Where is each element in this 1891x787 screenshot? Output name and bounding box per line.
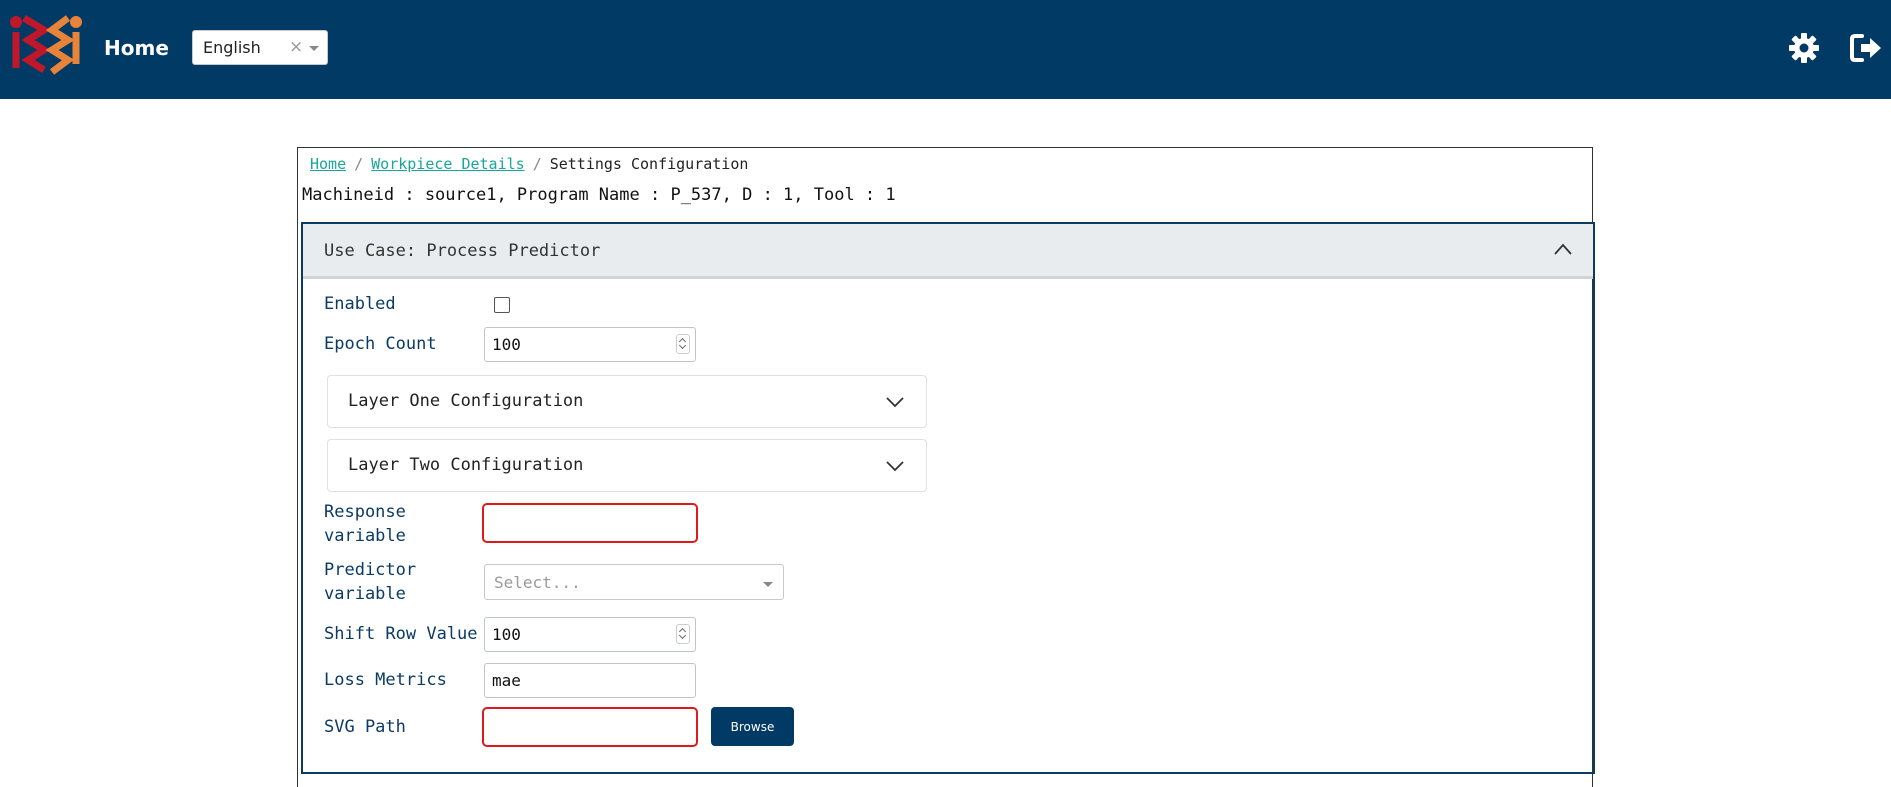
dropdown-caret-icon[interactable] bbox=[309, 46, 319, 51]
loss-metrics-input[interactable]: mae bbox=[484, 663, 696, 698]
navbar-home-title[interactable]: Home bbox=[104, 36, 169, 60]
breadcrumb-home-link[interactable]: Home bbox=[310, 155, 346, 173]
loss-metrics-label: Loss Metrics bbox=[324, 670, 447, 690]
shift-row-value-stepper[interactable] bbox=[676, 624, 690, 644]
shift-row-value-value: 100 bbox=[492, 625, 521, 644]
top-navbar: Home English × bbox=[0, 0, 1891, 99]
enabled-checkbox[interactable] bbox=[494, 297, 510, 313]
browse-button[interactable]: Browse bbox=[711, 707, 794, 746]
breadcrumb-current: Settings Configuration bbox=[549, 155, 749, 173]
predictor-variable-placeholder: Select... bbox=[494, 573, 581, 592]
breadcrumb: Home / Workpiece Details / Settings Configur… bbox=[310, 155, 748, 173]
shift-row-value-label: Shift Row Value bbox=[324, 624, 478, 644]
layer-two-accordion[interactable]: Layer Two Configuration bbox=[327, 439, 927, 492]
response-variable-input[interactable] bbox=[482, 503, 698, 543]
epoch-count-label: Epoch Count bbox=[324, 334, 437, 354]
predictor-variable-label-line1: Predictor bbox=[324, 560, 417, 580]
predictor-variable-label-line2: variable bbox=[324, 584, 406, 604]
shift-row-value-input[interactable]: 100 bbox=[484, 617, 696, 652]
use-case-title: Use Case: Process Predictor bbox=[324, 241, 601, 261]
app-logo[interactable] bbox=[8, 14, 84, 80]
layer-one-title: Layer One Configuration bbox=[348, 391, 584, 411]
layer-two-title: Layer Two Configuration bbox=[348, 455, 584, 475]
clear-icon[interactable]: × bbox=[289, 37, 303, 57]
layer-one-accordion[interactable]: Layer One Configuration bbox=[327, 375, 927, 428]
svg-path-input[interactable] bbox=[482, 707, 698, 747]
dropdown-caret-icon[interactable] bbox=[763, 582, 773, 587]
epoch-count-value: 100 bbox=[492, 335, 521, 354]
gear-icon[interactable] bbox=[1788, 32, 1820, 64]
machine-info: Machineid : source1, Program Name : P_53… bbox=[302, 185, 896, 205]
use-case-header[interactable]: Use Case: Process Predictor bbox=[303, 224, 1593, 279]
chevron-up-icon[interactable] bbox=[1553, 242, 1573, 256]
epoch-count-stepper[interactable] bbox=[676, 334, 690, 354]
chevron-down-icon[interactable] bbox=[886, 396, 904, 408]
chevron-down-icon[interactable] bbox=[886, 460, 904, 472]
enabled-label: Enabled bbox=[324, 294, 396, 314]
language-select[interactable]: English × bbox=[192, 30, 328, 65]
breadcrumb-separator: / bbox=[532, 155, 542, 173]
language-select-value: English bbox=[203, 38, 261, 57]
logout-icon[interactable] bbox=[1849, 32, 1883, 64]
predictor-variable-select[interactable]: Select... bbox=[484, 564, 784, 600]
loss-metrics-value: mae bbox=[492, 671, 521, 690]
epoch-count-input[interactable]: 100 bbox=[484, 327, 696, 362]
response-variable-label-line1: Response bbox=[324, 502, 406, 522]
response-variable-label-line2: variable bbox=[324, 526, 406, 546]
breadcrumb-separator: / bbox=[354, 155, 364, 173]
breadcrumb-workpiece-link[interactable]: Workpiece Details bbox=[371, 155, 525, 173]
svg-path-label: SVG Path bbox=[324, 717, 406, 737]
